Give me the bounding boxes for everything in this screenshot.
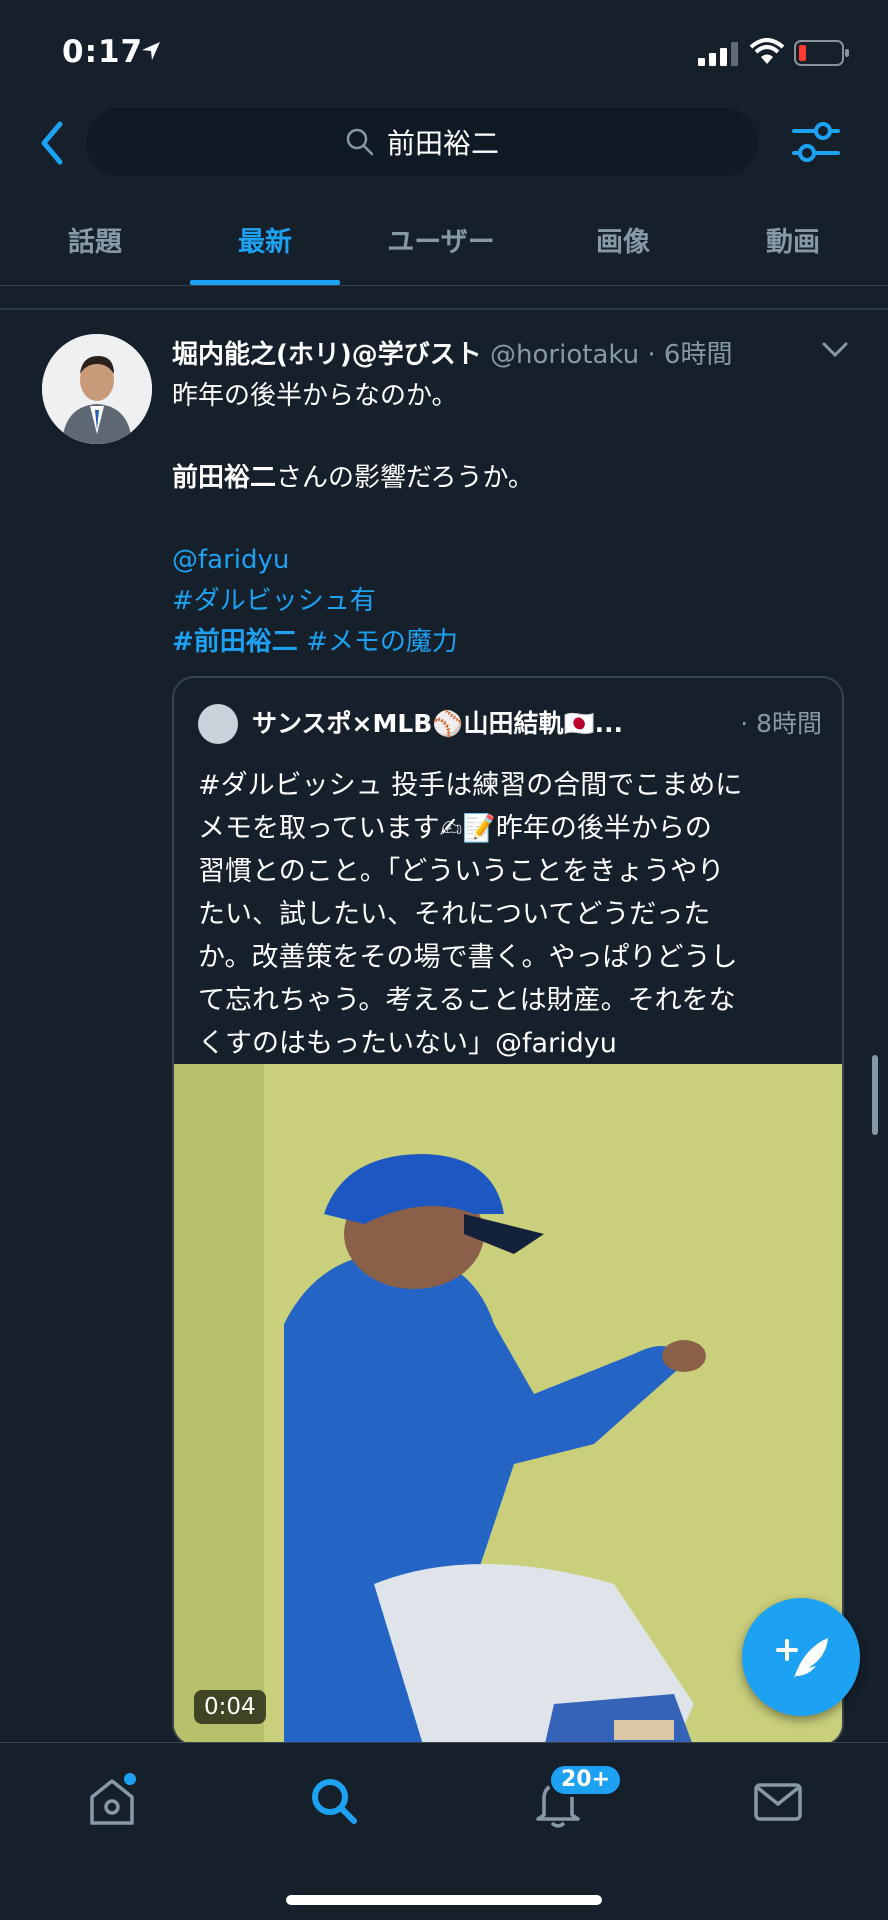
quoted-text-line: たい、試したい、それについてどうだった	[198, 899, 711, 930]
search-header: 前田裕二	[0, 100, 888, 196]
tweet-text-line: 昨年の後半からなのか。	[172, 381, 458, 411]
status-time: 0:17	[62, 34, 144, 70]
search-query: 前田裕二	[386, 127, 499, 160]
search-icon[interactable]	[304, 1771, 364, 1831]
divider	[0, 308, 888, 310]
tab-people[interactable]: ユーザー	[356, 220, 526, 259]
quoted-text-line: メモを取っています✍📝昨年の後半からの	[198, 813, 712, 844]
notifications-badge: 20+	[548, 1763, 624, 1797]
quoted-header: サンスポ×MLB⚾山田結軌🇯🇵... · 8時間	[252, 704, 832, 744]
messages-envelope-icon[interactable]	[748, 1771, 808, 1831]
quoted-tweet[interactable]: サンスポ×MLB⚾山田結軌🇯🇵... · 8時間 #ダルビッシュ 投手は練習の合…	[172, 676, 844, 1746]
tweet-text-line: 前田裕二さんの影響だろうか。	[172, 458, 852, 499]
quoted-text-line: て忘れちゃう。考えることは財産。それをな	[198, 985, 736, 1016]
bottom-nav: 20+	[0, 1742, 888, 1920]
compose-tweet-button[interactable]	[742, 1598, 860, 1716]
scrollbar[interactable]	[872, 1055, 878, 1135]
avatar-photo	[42, 334, 152, 444]
search-filter-icon[interactable]	[790, 116, 842, 168]
status-bar: 0:17	[0, 0, 888, 100]
tweet-header: 堀内能之(ホリ)@学びスト @horiotaku · 6時間	[172, 334, 862, 374]
quoted-text-line: #ダルビッシュ 投手は練習の合間でこまめに	[198, 770, 743, 801]
chevron-down-icon[interactable]	[820, 340, 850, 360]
mention-link[interactable]: @faridyu	[172, 540, 852, 581]
wifi-icon	[749, 38, 785, 64]
hashtag-link[interactable]: #ダルビッシュ有	[172, 581, 852, 622]
author-handle-time: @horiotaku · 6時間	[490, 340, 733, 370]
cell-signal-icon	[698, 42, 738, 66]
tab-videos[interactable]: 動画	[708, 220, 878, 259]
active-tab-indicator	[190, 280, 340, 285]
search-icon	[346, 128, 374, 156]
hashtag-link[interactable]: #メモの魔力	[306, 627, 458, 657]
quoted-text-line: 習慣とのこと。「どういうことをきょうやり	[198, 856, 725, 887]
tab-top[interactable]: 話題	[10, 220, 180, 259]
tweet-text-fragment: さんの影響だろうか。	[276, 463, 534, 493]
video-duration: 0:04	[194, 1690, 266, 1724]
quoted-text-line: か。改善策をその場で書く。やっぱりどうし	[198, 942, 738, 973]
highlighted-term: 前田裕二	[172, 463, 277, 493]
home-indicator	[286, 1895, 602, 1905]
search-input[interactable]: 前田裕二	[86, 108, 758, 176]
location-arrow-icon	[142, 42, 160, 60]
tab-latest[interactable]: 最新	[180, 220, 350, 259]
battery-icon	[794, 40, 849, 66]
home-icon[interactable]	[82, 1771, 142, 1831]
search-tabs: 話題 最新 ユーザー 画像 動画	[0, 206, 888, 286]
quoted-time: · 8時間	[740, 709, 822, 738]
back-arrow-icon[interactable]	[34, 118, 70, 168]
tweet-text: 昨年の後半からなのか。 前田裕二さんの影響だろうか。 @faridyu #ダルビ…	[172, 376, 852, 663]
tab-photos[interactable]: 画像	[538, 220, 708, 259]
quoted-author-name: サンスポ×MLB⚾山田結軌🇯🇵...	[252, 709, 624, 738]
author-name[interactable]: 堀内能之(ホリ)@学びスト	[172, 340, 482, 370]
hashtag-link[interactable]: #前田裕二	[172, 627, 298, 657]
quoted-avatar	[198, 704, 238, 744]
avatar[interactable]	[42, 334, 152, 444]
feather-plus-icon	[776, 1638, 828, 1678]
quoted-text: #ダルビッシュ 投手は練習の合間でこまめに メモを取っています✍📝昨年の後半から…	[198, 764, 828, 1065]
quoted-text-line: くすのはもったいない」@faridyu	[198, 1028, 617, 1059]
